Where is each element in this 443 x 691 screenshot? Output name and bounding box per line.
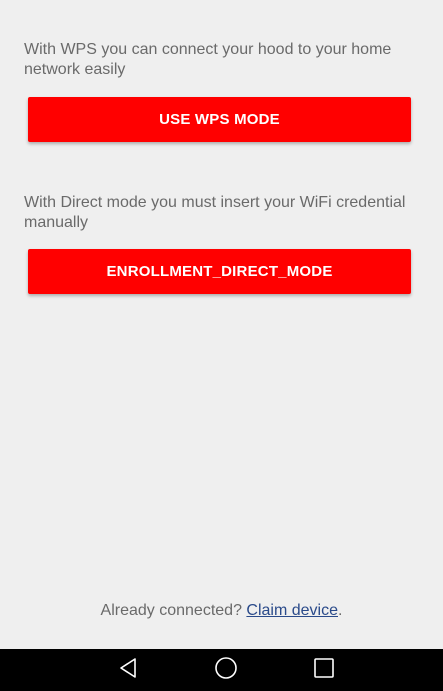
enrollment-direct-mode-button[interactable]: ENROLLMENT_DIRECT_MODE: [28, 249, 411, 294]
footer-period: .: [338, 602, 343, 619]
home-icon: [214, 656, 238, 685]
nav-back-button[interactable]: [98, 649, 158, 691]
nav-home-button[interactable]: [196, 649, 256, 691]
nav-recent-apps-button[interactable]: [294, 649, 354, 691]
system-navigation-bar: [0, 649, 443, 691]
already-connected-text: Already connected?: [100, 602, 247, 619]
use-wps-mode-button[interactable]: USE WPS MODE: [28, 97, 411, 142]
recent-apps-icon: [313, 657, 335, 684]
claim-device-link[interactable]: Claim device: [246, 602, 338, 619]
wps-description: With WPS you can connect your hood to yo…: [24, 41, 392, 78]
back-icon: [118, 657, 138, 684]
claim-device-footer: Already connected? Claim device.: [0, 601, 443, 621]
enrollment-screen: With WPS you can connect your hood to yo…: [0, 0, 443, 649]
direct-mode-description: With Direct mode you must insert your Wi…: [24, 194, 406, 231]
